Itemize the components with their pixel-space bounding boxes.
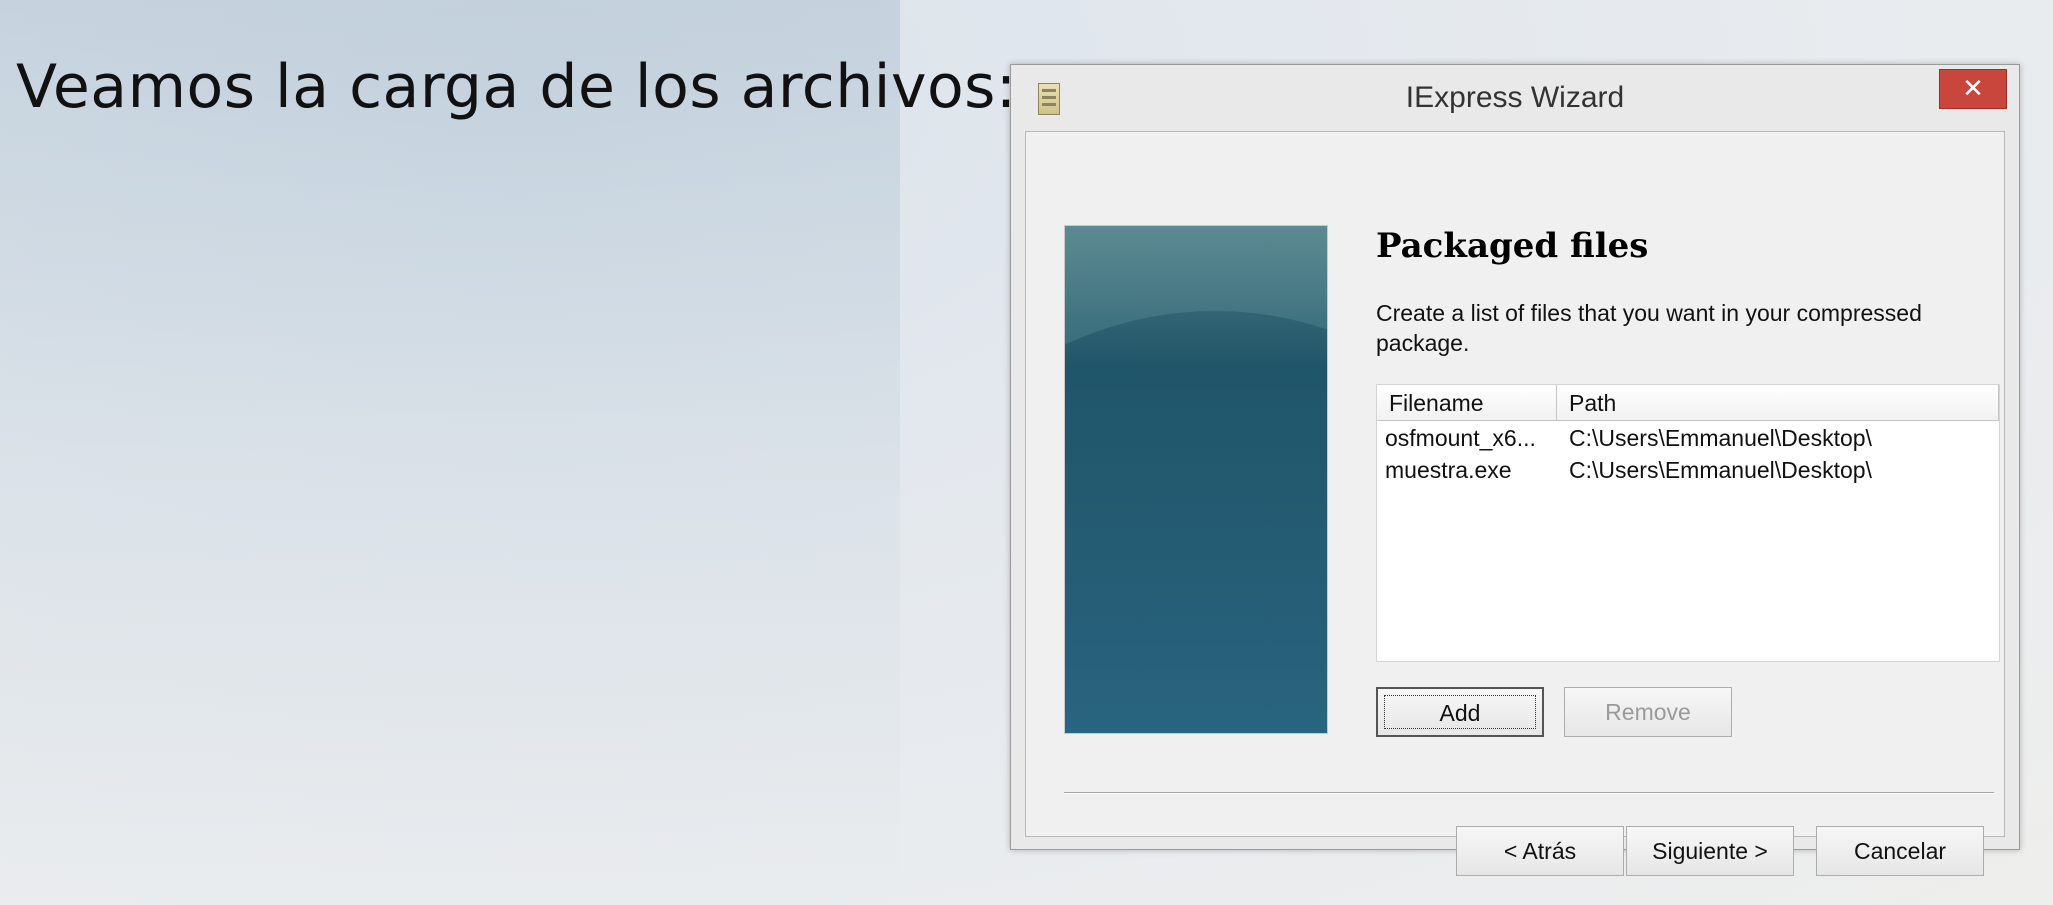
wizard-side-image — [1064, 225, 1328, 734]
slide-title: Veamos la carga de los archivos: — [16, 52, 1017, 122]
file-path: C:\Users\Emmanuel\Desktop\ — [1569, 457, 1872, 483]
window-title: IExpress Wizard — [1405, 81, 1625, 114]
next-button[interactable]: Siguiente > — [1626, 826, 1794, 876]
background — [0, 0, 900, 905]
title-bar[interactable]: IExpress Wizard ✕ — [1011, 65, 2019, 131]
add-button[interactable]: Add — [1376, 687, 1544, 737]
file-path: C:\Users\Emmanuel\Desktop\ — [1569, 425, 1872, 451]
file-row[interactable]: osfmount_x6... C:\Users\Emmanuel\Desktop… — [1377, 425, 1999, 457]
column-header-path[interactable]: Path — [1557, 385, 1999, 421]
separator — [1064, 792, 1994, 794]
column-header-filename[interactable]: Filename — [1377, 385, 1557, 421]
cancel-button[interactable]: Cancelar — [1816, 826, 1984, 876]
iexpress-wizard-window: IExpress Wizard ✕ Packaged files Create … — [1010, 64, 2020, 876]
remove-button[interactable]: Remove — [1564, 687, 1732, 737]
back-button[interactable]: < Atrás — [1456, 826, 1624, 876]
page-description: Create a list of files that you want in … — [1376, 300, 1922, 356]
file-name: osfmount_x6... — [1385, 425, 1536, 451]
close-button[interactable]: ✕ — [1939, 69, 2007, 109]
wizard-client-area: Packaged files Create a list of files th… — [1025, 131, 2005, 876]
page-heading: Packaged files — [1376, 226, 1649, 266]
file-row[interactable]: muestra.exe C:\Users\Emmanuel\Desktop\ — [1377, 457, 1999, 489]
file-name: muestra.exe — [1385, 457, 1512, 483]
file-list[interactable]: Filename Path osfmount_x6... C:\Users\Em… — [1376, 384, 2000, 662]
add-button-label: Add — [1384, 695, 1536, 729]
